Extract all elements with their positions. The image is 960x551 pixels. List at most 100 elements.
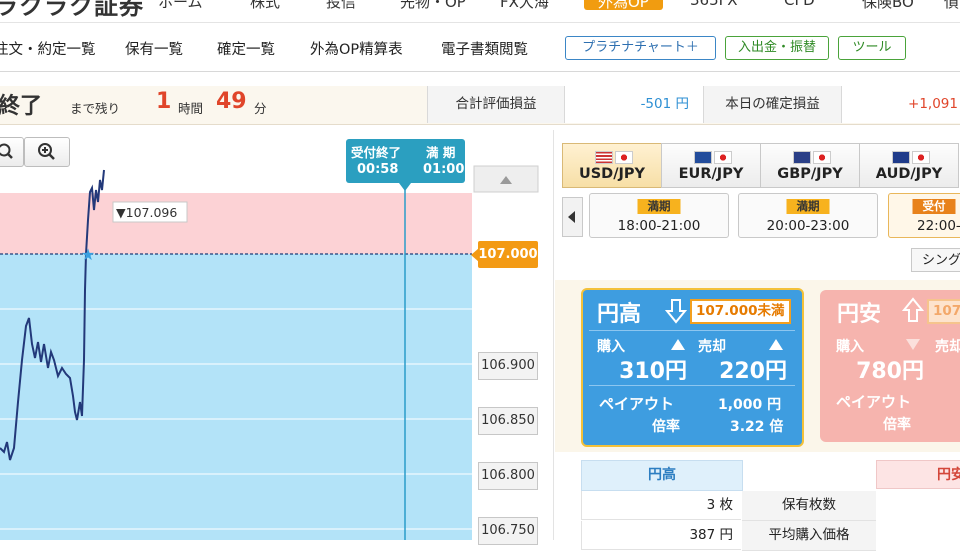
buy-price[interactable]: 310円 <box>597 353 687 385</box>
pair-label: EUR/JPY <box>678 166 744 182</box>
brand-logo: ラクラク証券 <box>0 0 144 20</box>
down-triangle-icon <box>906 339 920 350</box>
close-label: 終了 <box>0 94 43 119</box>
expiry-marker-header: 受付終了 満 期 00:58 01:00 <box>346 139 465 183</box>
minutes-value: 49 <box>216 89 247 114</box>
below-strike-zone <box>0 254 472 540</box>
arrow-up-icon <box>902 297 924 322</box>
nav-cfd[interactable]: CFD <box>784 0 815 9</box>
pair-tab-eur-jpy[interactable]: EUR/JPY <box>661 143 761 188</box>
marker-accept-end-time: 00:58 <box>357 162 399 177</box>
nav-stocks[interactable]: 株式 <box>250 0 280 12</box>
platinum-chart-button[interactable]: プラチナチャート＋ <box>565 36 716 60</box>
payout-label: ペイアウト <box>836 393 912 411</box>
pair-label: GBP/JPY <box>777 166 843 182</box>
link-settlement-table[interactable]: 外為OP精算表 <box>310 38 403 59</box>
single-mode-button[interactable]: シング <box>911 248 960 272</box>
price-tick: 106.750 <box>478 517 538 545</box>
price-tick: 106.850 <box>478 407 538 435</box>
current-price-label: ▼107.096 <box>116 205 177 220</box>
au-flag-icon <box>892 151 910 164</box>
nav-home[interactable]: ホーム <box>158 0 203 12</box>
pair-tab-usd-jpy[interactable]: USD/JPY <box>562 143 662 188</box>
jp-flag-icon <box>813 151 831 164</box>
holdings-high-header: 円高 <box>581 460 743 491</box>
above-strike-zone <box>0 193 472 254</box>
pair-tab-aud-jpy[interactable]: AUD/JPY <box>859 143 959 188</box>
round-badge: 受付 <box>912 199 956 214</box>
nav-futures[interactable]: 先物・OP <box>400 0 466 12</box>
hours-value: 1 <box>156 89 172 114</box>
holdings-avg-price-label: 平均購入価格 <box>742 521 876 551</box>
marker-accept-end-label: 受付終了 <box>351 145 402 160</box>
triangle-left-icon <box>568 211 575 223</box>
payout-label: ペイアウト <box>599 395 675 413</box>
panel-divider <box>553 130 554 540</box>
arrow-down-icon <box>665 299 687 324</box>
nav-fx[interactable]: FX大海 <box>500 0 549 12</box>
yen-high-title: 円高 <box>597 302 642 327</box>
yen-low-condition: 107 <box>927 299 960 324</box>
nav-funds[interactable]: 投信 <box>326 0 356 12</box>
yen-low-title: 円安 <box>837 302 882 327</box>
sub-navigation: 注文・約定一覧 保有一覧 確定一覧 外為OP精算表 電子書類閲覧 プラチナチャー… <box>0 23 960 72</box>
pair-label: USD/JPY <box>578 166 646 182</box>
pair-label: AUD/JPY <box>875 166 943 182</box>
round-time: 22:00- <box>917 218 960 234</box>
deposit-transfer-button[interactable]: 入出金・振替 <box>725 36 829 60</box>
holdings-avg-price-value: 387 円 <box>581 521 741 550</box>
holdings-count-label: 保有枚数 <box>742 491 876 521</box>
link-holdings[interactable]: 保有一覧 <box>125 38 183 59</box>
yen-high-condition: 107.000未満 <box>690 299 791 324</box>
today-pl-label: 本日の確定損益 <box>703 86 842 123</box>
round-prev-button[interactable] <box>562 197 583 237</box>
marker-expiry-time: 01:00 <box>423 162 465 177</box>
link-e-documents[interactable]: 電子書類閲覧 <box>441 38 528 59</box>
pair-tab-gbp-jpy[interactable]: GBP/JPY <box>760 143 860 188</box>
round-time: 18:00-21:00 <box>617 218 701 234</box>
yen-low-card[interactable]: 円安 107 購入 売却 780円 0 ペイアウト 倍率 <box>820 290 960 442</box>
jp-flag-icon <box>912 151 930 164</box>
tools-button[interactable]: ツール <box>838 36 906 60</box>
sell-price[interactable]: 0 <box>930 353 960 378</box>
strike-price-tag: 107.000 <box>478 241 538 268</box>
up-triangle-icon <box>671 339 685 350</box>
countdown-bar: 終了 まで残り 1 時間 49 分 合計評価損益 -501 円 本日の確定損益 … <box>0 86 960 125</box>
nav-insurance[interactable]: 保険BO <box>862 0 914 12</box>
ratio-value: 3.22 倍 <box>730 419 784 435</box>
link-orders[interactable]: 注文・約定一覧 <box>0 38 96 59</box>
round-time: 20:00-23:00 <box>766 218 850 234</box>
link-settled[interactable]: 確定一覧 <box>217 38 275 59</box>
nav-365fx[interactable]: 365FX <box>690 0 738 9</box>
today-pl-value: +1,091 <box>842 86 960 123</box>
us-flag-icon <box>595 151 613 164</box>
jp-flag-icon <box>714 151 732 164</box>
nav-fx-option[interactable]: 外為OP <box>584 0 663 11</box>
price-chart[interactable]: ★ ▼107.096 <box>0 130 550 540</box>
marker-expiry-label: 満 期 <box>426 145 456 160</box>
top-navigation: ラクラク証券 ホーム 株式 投信 先物・OP FX大海 外為OP 365FX C… <box>0 0 960 23</box>
round-card[interactable]: 満期 18:00-21:00 <box>589 193 729 238</box>
round-badge: 満期 <box>637 199 681 214</box>
price-tick: 106.900 <box>478 352 538 380</box>
total-pl-value: -501 円 <box>565 86 703 123</box>
card-divider <box>589 330 795 331</box>
round-card[interactable]: 満期 20:00-23:00 <box>738 193 878 238</box>
payout-value: 1,000 円 <box>718 397 782 413</box>
round-card-active[interactable]: 受付 22:00- <box>888 193 960 238</box>
remaining-label: まで残り <box>70 101 121 116</box>
marker-pointer-icon <box>399 183 411 191</box>
buy-price[interactable]: 780円 <box>834 353 924 385</box>
strike-cross-star-icon: ★ <box>81 245 95 264</box>
eu-flag-icon <box>694 151 712 164</box>
yen-high-card[interactable]: 円高 107.000未満 購入 売却 310円 220円 ペイアウト 1,000… <box>581 288 804 447</box>
total-pl-label: 合計評価損益 <box>427 86 565 123</box>
holdings-count-value: 3 枚 <box>581 491 741 520</box>
up-triangle-icon <box>769 339 783 350</box>
nav-bonds[interactable]: 債 <box>944 0 959 12</box>
uk-flag-icon <box>793 151 811 164</box>
jp-flag-icon <box>615 151 633 164</box>
card-divider <box>589 385 795 386</box>
ratio-label: 倍率 <box>883 417 911 433</box>
sell-price[interactable]: 220円 <box>693 353 787 385</box>
